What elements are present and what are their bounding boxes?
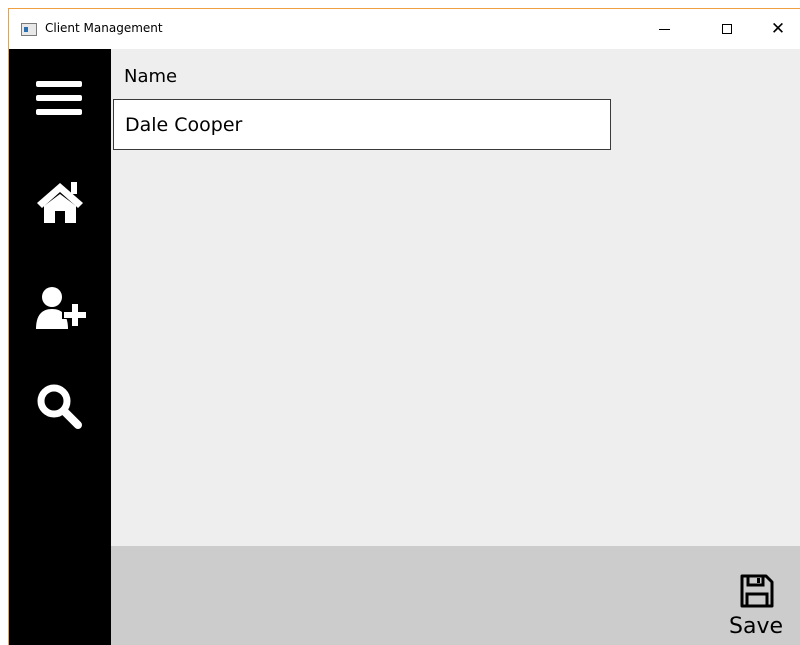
close-button[interactable]: ✕: [755, 9, 800, 49]
save-label: Save: [729, 614, 784, 639]
window-title: Client Management: [45, 21, 163, 35]
content-area: Name: [111, 49, 800, 546]
maximize-icon: [722, 24, 732, 34]
minimize-button[interactable]: [641, 9, 687, 49]
sidebar: [9, 49, 111, 645]
name-label: Name: [124, 66, 178, 87]
add-user-icon[interactable]: [36, 287, 86, 335]
minimize-icon: [658, 28, 670, 30]
floppy-disk-icon: [740, 574, 774, 612]
save-button[interactable]: Save: [723, 564, 797, 644]
maximize-button[interactable]: [704, 9, 750, 49]
app-window: Client Management ✕ Name Dale Cooper Sav…: [8, 8, 800, 645]
hamburger-menu-icon[interactable]: [36, 81, 82, 125]
home-icon[interactable]: [36, 179, 84, 229]
footer-bar: Save: [111, 546, 800, 645]
app-icon: [21, 23, 37, 36]
name-input[interactable]: [113, 99, 611, 150]
close-icon: ✕: [770, 18, 786, 39]
search-icon[interactable]: [36, 383, 82, 433]
title-bar[interactable]: Client Management ✕: [9, 9, 800, 49]
